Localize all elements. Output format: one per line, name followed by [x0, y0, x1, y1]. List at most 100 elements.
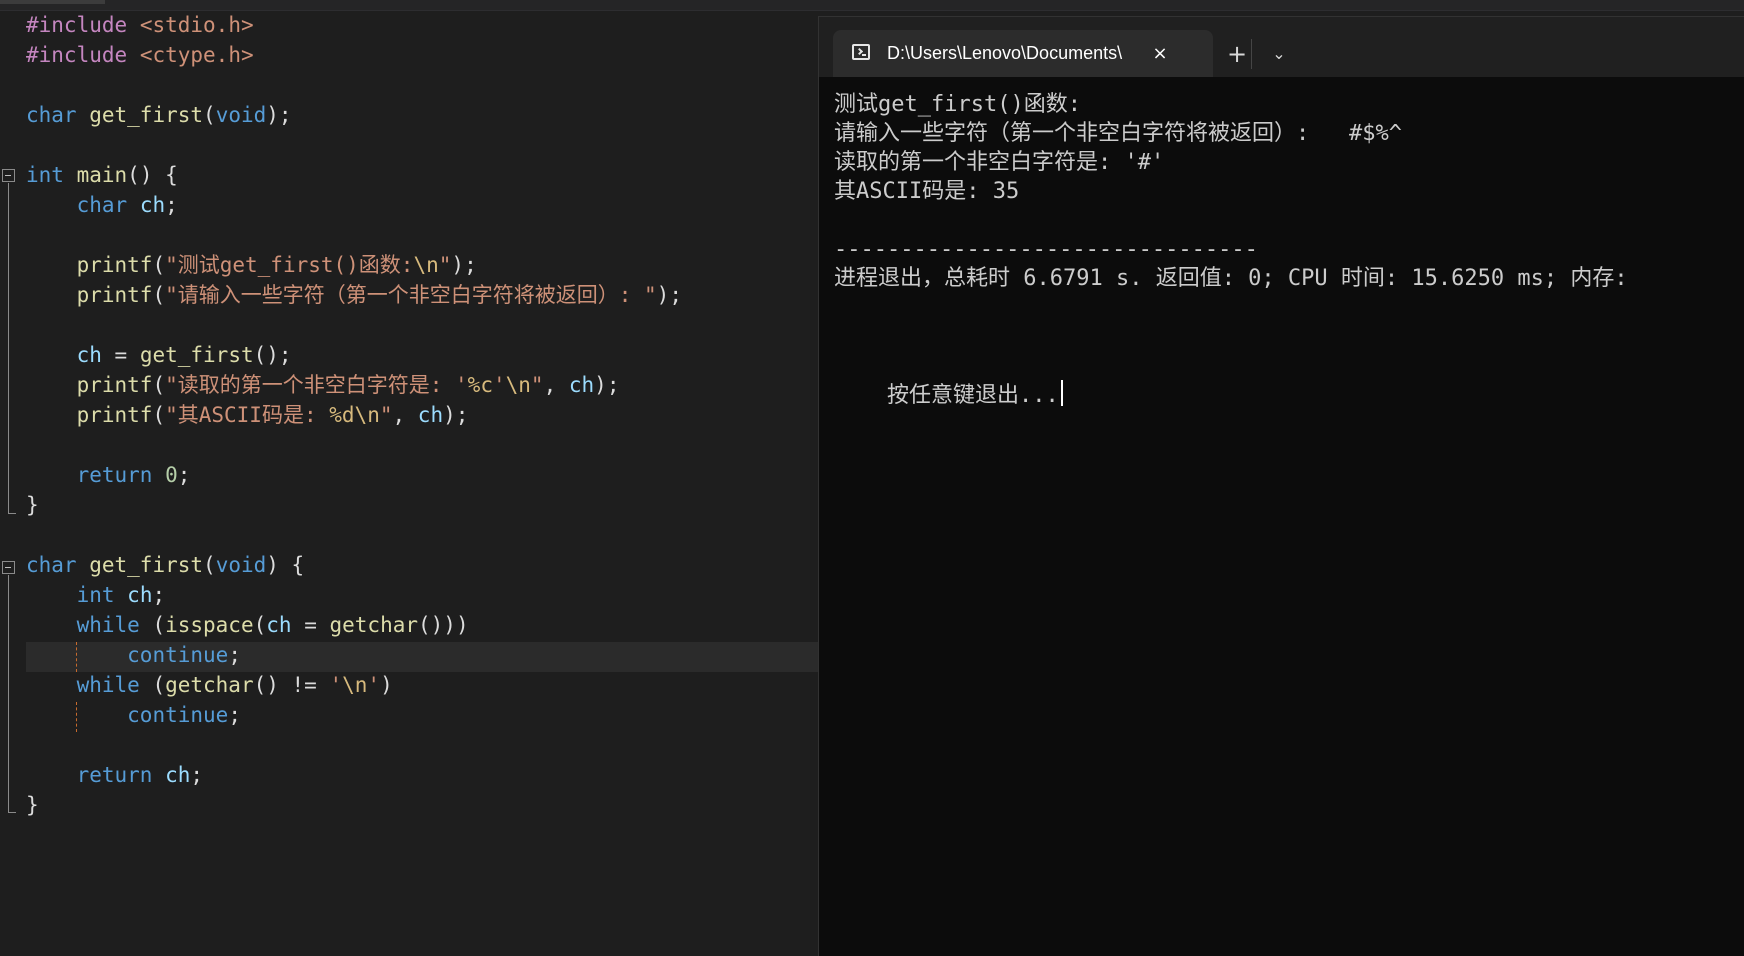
code-token: \n: [354, 403, 380, 427]
code-line[interactable]: ch = get_first();: [26, 340, 292, 370]
code-line[interactable]: }: [26, 790, 39, 820]
code-token: int: [26, 163, 64, 187]
terminal-output-line: 读取的第一个非空白字符是: '#': [834, 150, 1165, 175]
code-token: (: [152, 253, 166, 277]
code-token: ) {: [266, 553, 305, 577]
code-token: continue: [127, 703, 229, 727]
code-line[interactable]: printf("其ASCII码是: %d\n", ch);: [26, 400, 469, 430]
fold-toggle-icon[interactable]: [1, 168, 15, 182]
code-token: () {: [127, 163, 178, 187]
code-token: #include: [26, 43, 128, 67]
code-token: ,: [392, 403, 418, 427]
code-line[interactable]: printf("测试get_first()函数:\n");: [26, 250, 477, 280]
code-token: %d: [329, 403, 355, 427]
fold-toggle-icon[interactable]: [1, 560, 15, 574]
code-token: #include: [26, 13, 128, 37]
code-line[interactable]: while (getchar() != '\n'): [26, 670, 393, 700]
code-line[interactable]: #include <ctype.h>: [26, 40, 254, 70]
code-line[interactable]: return 0;: [26, 460, 191, 490]
code-token: ch: [127, 583, 153, 607]
terminal-prompt-text: 按任意键退出...: [886, 383, 1059, 408]
code-token: ();: [253, 343, 292, 367]
code-token: ": [379, 403, 393, 427]
code-token: "读取的第一个非空白字符是: ': [165, 373, 468, 397]
code-token: (: [253, 613, 267, 637]
code-token: ch: [76, 343, 102, 367]
code-line[interactable]: char ch;: [26, 190, 178, 220]
terminal-output-line: --------------------------------: [834, 237, 1258, 262]
code-token: char: [26, 553, 77, 577]
editor-tab[interactable]: [0, 0, 105, 4]
code-line[interactable]: int ch;: [26, 580, 166, 610]
code-token: (: [152, 373, 166, 397]
code-token: get_first: [89, 553, 204, 577]
code-token: <ctype.h>: [139, 43, 254, 67]
code-token: printf: [76, 283, 153, 307]
code-token: void: [215, 103, 267, 127]
code-line[interactable]: }: [26, 490, 39, 520]
code-token: ): [380, 673, 393, 697]
code-token: ;: [165, 193, 178, 217]
code-token: printf: [76, 373, 153, 397]
code-line[interactable]: char get_first(void);: [26, 100, 292, 130]
code-line[interactable]: continue;: [26, 700, 241, 730]
code-token: get_first: [139, 343, 254, 367]
close-icon[interactable]: ×: [1149, 43, 1171, 65]
code-token: );: [266, 103, 292, 127]
code-line[interactable]: return ch;: [26, 760, 203, 790]
code-token: getchar: [165, 673, 254, 697]
code-token: get_first: [89, 103, 204, 127]
code-token: ;: [177, 463, 191, 487]
code-line[interactable]: int main() {: [26, 160, 178, 190]
code-token: ())): [418, 613, 469, 637]
code-line[interactable]: continue;: [26, 640, 241, 670]
code-token: \n: [505, 373, 531, 397]
indent-guide: [76, 642, 77, 672]
code-token: ch: [417, 403, 444, 427]
code-token: (: [152, 403, 166, 427]
terminal-window[interactable]: D:\Users\Lenovo\Documents\ × + ⌄ 测试get_f…: [818, 16, 1744, 956]
terminal-tab-title[interactable]: D:\Users\Lenovo\Documents\: [887, 41, 1139, 65]
code-token: "测试get_first()函数:: [165, 253, 414, 277]
code-line[interactable]: printf("请输入一些字符（第一个非空白字符将被返回）: ");: [26, 280, 682, 310]
code-token: ;: [190, 763, 204, 787]
chevron-down-icon[interactable]: ⌄: [1267, 43, 1291, 65]
terminal-icon: [852, 44, 870, 60]
code-token: printf: [76, 253, 153, 277]
code-line[interactable]: while (isspace(ch = getchar())): [26, 610, 469, 640]
code-line[interactable]: char get_first(void) {: [26, 550, 304, 580]
code-token: 0: [165, 463, 178, 487]
new-tab-icon[interactable]: +: [1224, 41, 1250, 67]
code-token: ;: [228, 643, 241, 667]
code-line[interactable]: printf("读取的第一个非空白字符是: '%c'\n", ch);: [26, 370, 620, 400]
code-line[interactable]: #include <stdio.h>: [26, 10, 254, 40]
terminal-output-line: 请输入一些字符（第一个非空白字符将被返回）: #$%^: [834, 121, 1402, 146]
code-token: int: [76, 583, 115, 607]
code-token: isspace: [165, 613, 254, 637]
code-token: ,: [543, 373, 569, 397]
code-token: (: [139, 673, 166, 697]
code-token: continue: [127, 643, 229, 667]
terminal-output-line: 其ASCII码是: 35: [834, 179, 1020, 204]
code-token: getchar: [329, 613, 419, 637]
code-token: %c: [467, 373, 493, 397]
fold-guide: [8, 183, 9, 513]
editor-tab-strip: [0, 0, 1744, 11]
fold-end: [8, 812, 16, 813]
code-token: (: [203, 553, 216, 577]
code-token: return: [76, 763, 153, 787]
code-token: "其ASCII码是:: [165, 403, 330, 427]
code-token: }: [26, 793, 39, 817]
